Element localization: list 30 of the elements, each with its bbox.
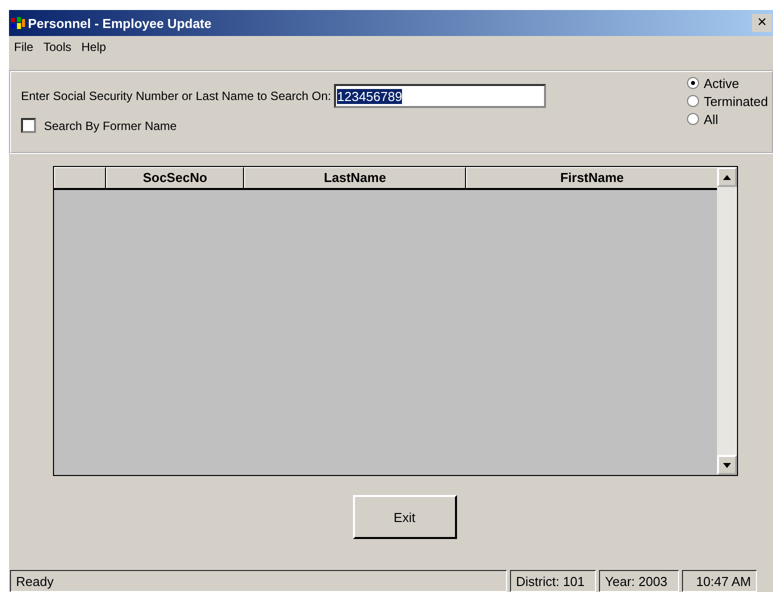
column-header[interactable]: SocSecNo [106, 167, 244, 188]
scroll-down-button[interactable] [717, 455, 737, 475]
close-button[interactable]: × [752, 14, 772, 32]
scrollbar[interactable] [717, 167, 737, 475]
status-panel: District: 101 [510, 570, 596, 592]
status-panel: 10:47 AM [682, 570, 757, 592]
radio-label: Active [704, 76, 740, 90]
checkbox-label: Search By Former Name [44, 118, 177, 132]
up-arrow-icon [723, 174, 731, 180]
checkbox[interactable] [21, 118, 36, 133]
window-title: Personnel - Employee Update [28, 16, 212, 30]
menu-item[interactable]: Help [81, 40, 106, 58]
column-header[interactable]: LastName [244, 167, 466, 188]
app-icon [11, 17, 25, 29]
status-panel: Ready [10, 570, 507, 592]
scroll-up-button[interactable] [717, 167, 737, 187]
menu-item[interactable]: Tools [43, 40, 72, 58]
down-arrow-icon [723, 462, 731, 468]
radio-button[interactable] [686, 113, 699, 125]
radio-button[interactable] [686, 77, 699, 89]
corner-header [54, 167, 106, 188]
exit-button[interactable]: Exit [352, 495, 456, 539]
search-label: Enter Social Security Number or Last Name to Search On: [21, 89, 332, 103]
column-header[interactable]: FirstName [466, 167, 718, 188]
radio-button[interactable] [686, 95, 699, 107]
menu-item[interactable]: File [14, 40, 34, 58]
status-panel: Year: 2003 [599, 570, 679, 592]
search-field[interactable]: 123456789 [334, 84, 546, 108]
radio-label: All [704, 112, 718, 126]
radio-label: Terminated [704, 94, 768, 108]
